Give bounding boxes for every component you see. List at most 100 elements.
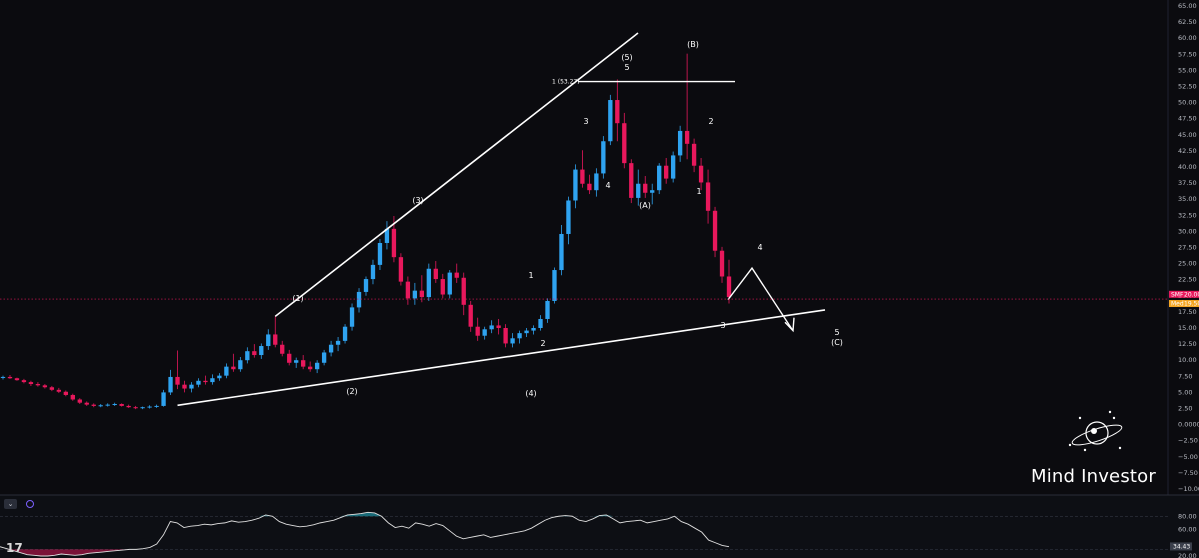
candle-body [705, 182, 711, 211]
candle-body [461, 277, 466, 305]
price-tick-label: 10.00 [1178, 356, 1197, 364]
price-tick-label: 35.00 [1178, 195, 1197, 203]
candle-body [398, 257, 404, 282]
candle-body [698, 165, 704, 183]
candle-body [419, 290, 425, 298]
candle-body [433, 268, 438, 280]
candle-body [91, 404, 96, 406]
candle-body [356, 291, 362, 308]
candle-body [168, 376, 173, 393]
collapse-indicator-button[interactable]: ⌄ [4, 499, 17, 509]
candle-body [140, 407, 145, 409]
price-tick-label: 40.00 [1178, 163, 1197, 171]
star-icon [1108, 410, 1112, 414]
candle-body [196, 380, 201, 385]
candle-body [391, 228, 397, 258]
indicator-tick-label: 80.00 [1178, 512, 1197, 520]
candle-body [719, 250, 725, 277]
candle-body [545, 300, 550, 319]
candle-body [70, 394, 75, 400]
candle-body [161, 392, 166, 406]
price-tick-label: 12.50 [1178, 340, 1197, 348]
candle-body [524, 330, 529, 334]
indicator-tick-label: 60.00 [1178, 526, 1197, 534]
candle-body [301, 360, 306, 367]
candle [712, 206, 718, 258]
candle-body [231, 366, 236, 370]
candle-body [670, 155, 676, 179]
candle-body [587, 183, 592, 191]
candle-body [273, 334, 278, 345]
candle-body [503, 328, 508, 344]
candle-body [252, 351, 257, 356]
candle-body [182, 384, 187, 389]
price-tick-label: 37.50 [1178, 179, 1197, 187]
candle-body [307, 366, 313, 370]
star-icon [1068, 443, 1072, 447]
price-tick-label: −7.50 [1178, 469, 1198, 477]
candle-body [28, 382, 34, 385]
candle-body [622, 123, 627, 164]
tradingview-logo[interactable]: 17 [6, 541, 23, 555]
candle-body [691, 143, 697, 166]
candle-body [608, 100, 613, 142]
candle-body [175, 376, 180, 385]
candle-body [601, 141, 606, 174]
candle-body [49, 387, 55, 390]
candle-body [84, 402, 89, 405]
candle-body [468, 304, 473, 327]
price-tick-label: −2.50 [1178, 437, 1198, 445]
candle-body [726, 276, 732, 298]
planet-core-icon [1091, 428, 1097, 434]
candle-body [259, 346, 264, 356]
indicator-value-label: 34.43 [1173, 543, 1190, 550]
candle-body [629, 163, 634, 198]
price-tick-label: 7.50 [1178, 372, 1192, 380]
candle [629, 159, 634, 204]
candle-body [684, 130, 690, 144]
star-icon [1112, 416, 1116, 420]
candle-body [454, 272, 459, 278]
candle-body [119, 403, 124, 406]
price-tick-label: 55.00 [1178, 66, 1197, 74]
candle-body [636, 183, 641, 198]
candle [657, 163, 662, 195]
candle-body [615, 100, 620, 124]
price-tick-label: 65.00 [1178, 2, 1197, 10]
price-tick-label: 50.00 [1178, 99, 1197, 107]
candle-body [489, 325, 494, 330]
price-tick-label: 22.50 [1178, 276, 1197, 284]
candle-body [573, 169, 578, 201]
candle-body [650, 190, 655, 193]
candle-body [294, 360, 299, 363]
candle [608, 94, 613, 146]
wave-label: (B) [687, 40, 699, 49]
candle-body [566, 200, 571, 234]
star-icon [1078, 416, 1082, 420]
candle-body [335, 340, 341, 345]
candle-body [42, 385, 48, 388]
wave-label: (A) [639, 201, 651, 210]
candle-body [217, 375, 222, 379]
candle-body [328, 344, 334, 353]
candle-body [664, 165, 669, 179]
price-tick-label: 52.50 [1178, 83, 1197, 91]
candle-body [287, 353, 292, 363]
indicator-icon[interactable] [26, 500, 34, 508]
candle [670, 151, 676, 183]
candle-body [482, 329, 487, 336]
candle [342, 324, 348, 344]
indicator-pane [0, 494, 1199, 558]
candle-body [657, 165, 662, 191]
price-badge-value: 20.00 [1184, 291, 1199, 298]
candle-body [412, 290, 418, 299]
price-tick-label: 2.50 [1178, 405, 1192, 413]
chevron-down-icon: ⌄ [7, 500, 14, 508]
candle-body [35, 384, 41, 386]
candle-body [314, 362, 320, 370]
price-badge-label: Med [1171, 301, 1184, 308]
star-icon [1118, 446, 1122, 450]
indicator-background [0, 495, 1199, 558]
wave-label: 5 [624, 63, 629, 72]
price-tick-label: 45.00 [1178, 131, 1197, 139]
